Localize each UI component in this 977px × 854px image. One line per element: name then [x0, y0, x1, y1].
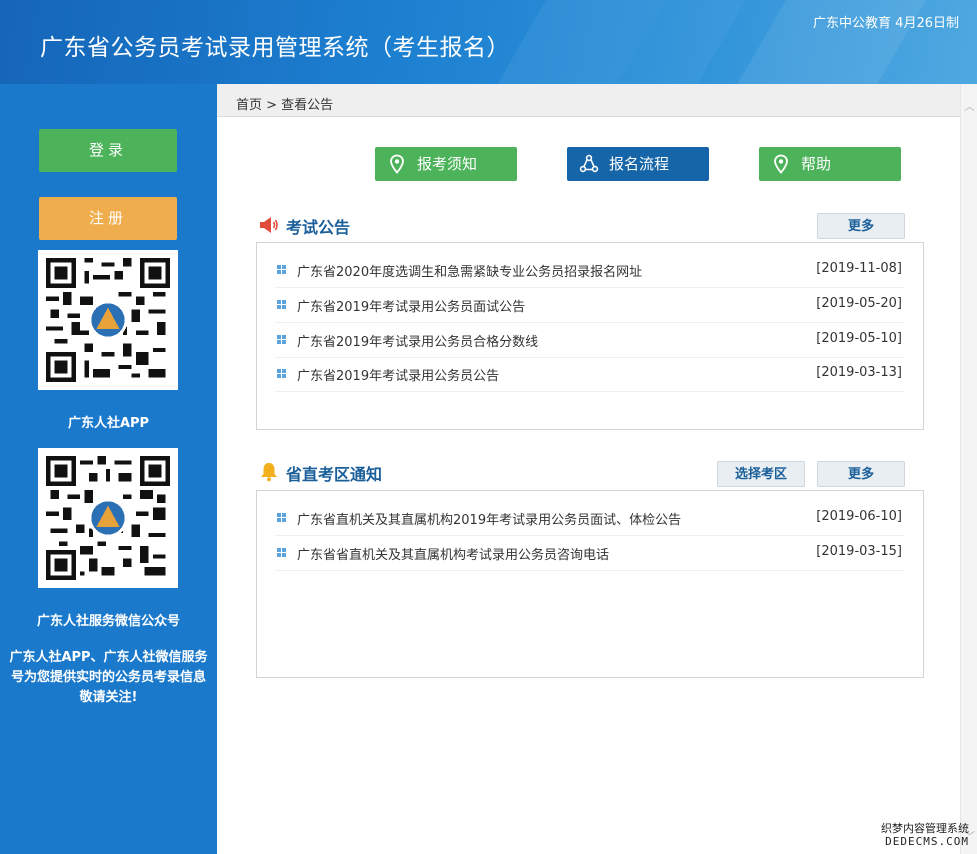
location-pin-icon	[390, 154, 404, 174]
notice-date: [2019-11-08]	[816, 261, 902, 276]
megaphone-icon	[260, 217, 278, 233]
list-item[interactable]: 广东省直机关及其直属机构2019年考试录用公务员面试、体检公告 [2019-06…	[275, 501, 905, 536]
notice-title[interactable]: 广东省2019年考试录用公务员合格分数线	[297, 331, 538, 350]
watermark-line2: DEDECMS.COM	[885, 835, 969, 848]
notice-title[interactable]: 广东省直机关及其直属机构2019年考试录用公务员面试、体检公告	[297, 509, 681, 528]
header-note: 广东中公教育 4月26日制	[813, 16, 959, 31]
app-qr-code	[38, 250, 178, 390]
exam-guide-button[interactable]: 报考须知	[375, 147, 517, 181]
notice-title[interactable]: 广东省2019年考试录用公务员面试公告	[297, 296, 525, 315]
grid-bullet-icon	[277, 335, 287, 345]
choose-district-button[interactable]: 选择考区	[717, 461, 805, 487]
notice-date: [2019-05-10]	[816, 331, 902, 346]
app-qr-label: 广东人社APP	[67, 416, 150, 431]
grid-bullet-icon	[277, 300, 287, 310]
exam-notices-title: 考试公告	[286, 218, 351, 237]
grid-bullet-icon	[277, 369, 287, 379]
list-item[interactable]: 广东省2019年考试录用公务员公告 [2019-03-13]	[275, 357, 905, 392]
location-pin-icon	[774, 154, 788, 174]
notice-title[interactable]: 广东省2019年考试录用公务员公告	[297, 365, 499, 384]
watermark: 织梦内容管理系统 DEDECMS.COM	[881, 822, 969, 848]
notice-date: [2019-03-15]	[816, 544, 902, 559]
watermark-line1: 织梦内容管理系统	[881, 822, 969, 835]
breadcrumb-bar: 首页 > 查看公告	[217, 84, 960, 117]
wechat-qr-label: 广东人社服务微信公众号	[36, 614, 180, 629]
notice-date: [2019-05-20]	[816, 296, 902, 311]
notice-title[interactable]: 广东省省直机关及其直属机构考试录用公务员咨询电话	[297, 544, 609, 563]
grid-bullet-icon	[277, 548, 287, 558]
registration-process-label: 报名流程	[609, 155, 670, 173]
exam-guide-label: 报考须知	[417, 155, 478, 173]
register-button[interactable]: 注册	[39, 197, 177, 240]
sidebar-note: 广东人社APP、广东人社微信服务号为您提供实时的公务员考录信息 敬请关注!	[9, 650, 208, 705]
exam-notices-more-button[interactable]: 更多	[817, 213, 905, 239]
list-item[interactable]: 广东省省直机关及其直属机构考试录用公务员咨询电话 [2019-03-15]	[275, 536, 905, 571]
exam-notices-panel: 广东省2020年度选调生和急需紧缺专业公务员招录报名网址 [2019-11-08…	[256, 242, 924, 430]
district-notices-title: 省直考区通知	[286, 465, 383, 484]
list-item[interactable]: 广东省2020年度选调生和急需紧缺专业公务员招录报名网址 [2019-11-08…	[275, 253, 905, 288]
registration-process-button[interactable]: 报名流程	[567, 147, 709, 181]
help-button[interactable]: 帮助	[759, 147, 901, 181]
list-item[interactable]: 广东省2019年考试录用公务员面试公告 [2019-05-20]	[275, 288, 905, 323]
bell-icon	[261, 463, 277, 482]
vertical-scrollbar[interactable]: ︿ ﹀	[960, 84, 977, 854]
breadcrumb[interactable]: 首页 > 查看公告	[236, 94, 333, 113]
qr-code-icon	[46, 456, 170, 580]
flow-cycle-icon	[579, 154, 599, 173]
notice-date: [2019-03-13]	[816, 365, 902, 380]
scroll-up-icon[interactable]: ︿	[964, 98, 975, 114]
system-title: 广东省公务员考试录用管理系统（考生报名）	[40, 35, 510, 61]
notice-date: [2019-06-10]	[816, 509, 902, 524]
help-label: 帮助	[801, 155, 832, 173]
sidebar: 登录 注册 广东人社APP 广东人社服务微信公众号 广东人社APP、广东人社微信…	[0, 84, 217, 854]
grid-bullet-icon	[277, 265, 287, 275]
grid-bullet-icon	[277, 513, 287, 523]
wechat-qr-code	[38, 448, 178, 588]
notice-title[interactable]: 广东省2020年度选调生和急需紧缺专业公务员招录报名网址	[297, 261, 642, 280]
list-item[interactable]: 广东省2019年考试录用公务员合格分数线 [2019-05-10]	[275, 323, 905, 358]
login-button[interactable]: 登录	[39, 129, 177, 172]
district-notices-more-button[interactable]: 更多	[817, 461, 905, 487]
page-header: 广东省公务员考试录用管理系统（考生报名） 广东中公教育 4月26日制	[0, 0, 977, 84]
qr-code-icon	[46, 258, 170, 382]
district-notices-panel: 广东省直机关及其直属机构2019年考试录用公务员面试、体检公告 [2019-06…	[256, 490, 924, 678]
